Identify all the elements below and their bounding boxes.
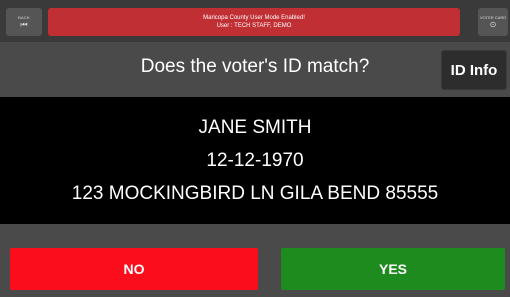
voter-id-match-screen: BACK ⏮ Maricopa County User Mode Enabled… bbox=[0, 0, 510, 297]
voter-name: JANE SMITH bbox=[198, 117, 312, 138]
banner-title: Maricopa County User Mode Enabled! bbox=[203, 15, 305, 21]
user-mode-banner: Maricopa County User Mode Enabled! User … bbox=[48, 8, 460, 36]
no-button[interactable]: NO bbox=[10, 248, 258, 290]
voter-card-icon: ⊙ bbox=[489, 20, 497, 29]
yes-button[interactable]: YES bbox=[281, 248, 505, 290]
voter-card-button[interactable]: VOTER CARD ⊙ bbox=[478, 8, 508, 36]
voter-dob: 12-12-1970 bbox=[206, 150, 304, 171]
back-icon: ⏮ bbox=[20, 20, 28, 29]
banner-user: User : TECH STAFF, DEMO bbox=[216, 23, 292, 29]
top-bar: BACK ⏮ Maricopa County User Mode Enabled… bbox=[0, 0, 510, 42]
back-button[interactable]: BACK ⏮ bbox=[6, 8, 42, 36]
voter-info-panel: JANE SMITH 12-12-1970 123 MOCKINGBIRD LN… bbox=[0, 97, 510, 224]
voter-address: 123 MOCKINGBIRD LN GILA BEND 85555 bbox=[71, 183, 439, 204]
id-info-button[interactable]: ID Info bbox=[441, 50, 507, 90]
question-prompt: Does the voter's ID match? bbox=[140, 56, 370, 77]
